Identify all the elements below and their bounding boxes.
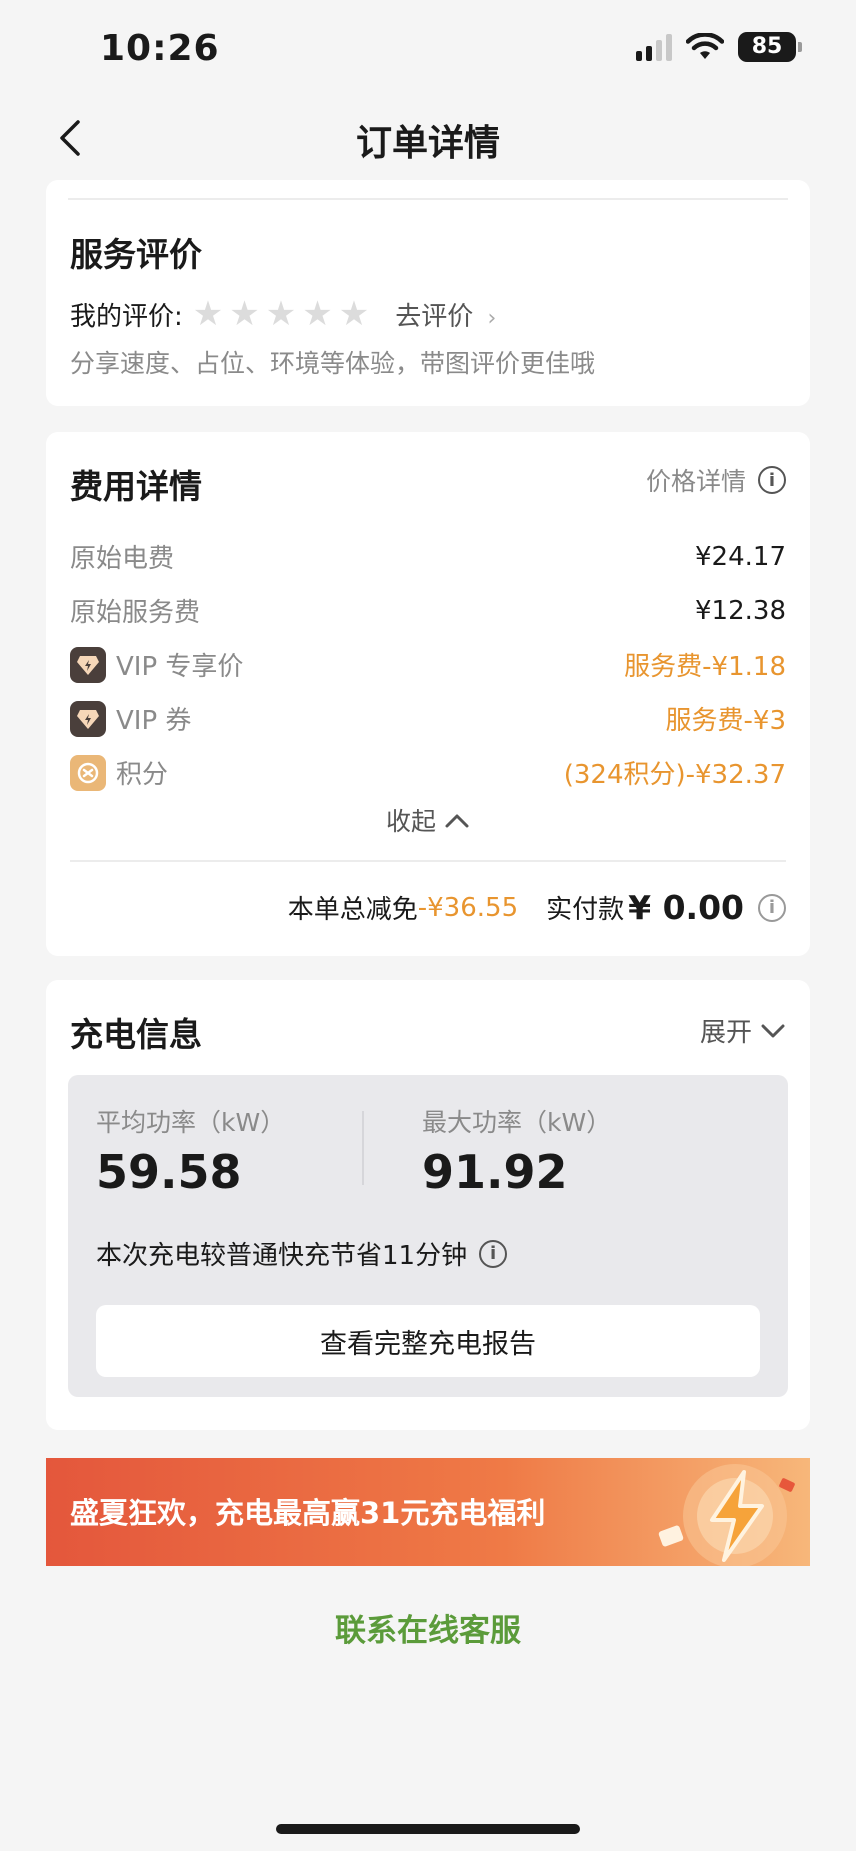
- collapse-toggle[interactable]: 收起: [46, 802, 810, 838]
- divider: [68, 198, 788, 200]
- charge-card: 充电信息 展开 平均功率（kW） 59.58 最大功率（kW） 91.92 本次…: [46, 980, 810, 1430]
- divider: [362, 1111, 364, 1185]
- fee-row: 原始服务费 ¥12.38: [70, 592, 786, 629]
- fee-label: VIP 专享价: [116, 652, 244, 682]
- review-card: 服务评价 我的评价: ★ ★ ★ ★ ★ 去评价 › 分享速度、占位、环境等体验，带图评…: [46, 180, 810, 406]
- fee-row: 原始电费 ¥24.17: [70, 538, 786, 575]
- expand-toggle[interactable]: 展开: [700, 1012, 786, 1049]
- total-discount-label: 本单总减免: [287, 895, 418, 925]
- status-bar: 10:26 85: [0, 0, 856, 100]
- expand-label: 展开: [699, 1018, 752, 1048]
- status-icons: 85: [636, 32, 802, 62]
- fee-value: ¥12.38: [695, 595, 786, 626]
- paid-label: 实付款: [546, 895, 625, 925]
- vip-diamond-icon: [70, 646, 106, 683]
- fee-label: 积分: [116, 760, 169, 790]
- fee-title: 费用详情: [70, 467, 202, 506]
- nav-bar: 订单详情: [0, 100, 856, 180]
- go-review-label: 去评价: [395, 301, 474, 332]
- chevron-down-icon: [761, 1024, 785, 1037]
- total-discount-value: -¥36.55: [417, 892, 519, 923]
- review-title: 服务评价: [70, 235, 202, 274]
- price-detail-link[interactable]: 价格详情 i: [646, 462, 786, 498]
- contact-support-link[interactable]: 联系在线客服: [0, 1605, 856, 1650]
- home-indicator: [276, 1824, 580, 1834]
- charge-stats-panel: 平均功率（kW） 59.58 最大功率（kW） 91.92 本次充电较普通快充节…: [68, 1075, 788, 1397]
- fee-value: 服务费-¥3: [665, 706, 786, 736]
- fee-card: 费用详情 价格详情 i 原始电费 ¥24.17 原始服务费 ¥12.38 VIP…: [46, 432, 810, 956]
- total-row: 本单总减免 -¥36.55 实付款 ¥ 0.00 i: [288, 888, 786, 927]
- fee-label: VIP 券: [116, 706, 192, 736]
- star-icon[interactable]: ★: [266, 294, 296, 334]
- banner-text: 盛夏狂欢，充电最高赢31元充电福利: [70, 1496, 546, 1530]
- max-power-value: 91.92: [422, 1145, 568, 1199]
- battery-icon: 85: [738, 32, 802, 62]
- rating-stars[interactable]: ★ ★ ★ ★ ★: [193, 294, 375, 334]
- info-icon[interactable]: i: [758, 893, 786, 922]
- cellular-signal-icon: [636, 33, 672, 61]
- points-icon: [70, 754, 106, 791]
- saving-text: 本次充电较普通快充节省11分钟: [96, 1241, 468, 1271]
- price-detail-label: 价格详情: [645, 467, 746, 496]
- fee-row: VIP 券 服务费-¥3: [70, 700, 786, 737]
- fee-value: 服务费-¥1.18: [624, 652, 786, 682]
- star-icon[interactable]: ★: [302, 294, 332, 334]
- chevron-right-icon: ›: [487, 305, 497, 331]
- max-power-label: 最大功率（kW）: [422, 1108, 612, 1137]
- charge-title: 充电信息: [70, 1015, 202, 1054]
- review-hint: 分享速度、占位、环境等体验，带图评价更佳哦: [70, 349, 596, 378]
- my-rating-label: 我的评价:: [70, 301, 183, 332]
- collapse-label: 收起: [385, 807, 436, 836]
- saving-note: 本次充电较普通快充节省11分钟 i: [96, 1235, 508, 1272]
- lightning-badge-icon: [658, 1464, 795, 1566]
- info-icon[interactable]: i: [479, 1239, 508, 1268]
- star-icon[interactable]: ★: [193, 294, 223, 334]
- avg-power-value: 59.58: [96, 1145, 242, 1199]
- fee-value: ¥24.17: [695, 541, 786, 572]
- star-icon[interactable]: ★: [229, 294, 259, 334]
- wifi-icon: [686, 33, 724, 59]
- view-report-button[interactable]: 查看完整充电报告: [96, 1305, 760, 1377]
- go-review-link[interactable]: 去评价 ›: [395, 296, 496, 333]
- fee-label: 原始电费: [70, 544, 175, 574]
- page-title: 订单详情: [355, 123, 500, 164]
- promo-banner[interactable]: 盛夏狂欢，充电最高赢31元充电福利: [46, 1458, 810, 1566]
- star-icon[interactable]: ★: [339, 294, 369, 334]
- divider: [70, 860, 786, 862]
- info-icon: i: [758, 466, 786, 494]
- fee-value: (324积分)-¥32.37: [563, 760, 786, 790]
- status-time: 10:26: [100, 28, 220, 69]
- avg-power-label: 平均功率（kW）: [96, 1108, 286, 1137]
- fee-row: 积分 (324积分)-¥32.37: [70, 754, 786, 791]
- vip-coupon-icon: [70, 700, 106, 737]
- fee-label: 原始服务费: [70, 598, 201, 628]
- fee-row: VIP 专享价 服务费-¥1.18: [70, 646, 786, 683]
- paid-value: ¥ 0.00: [628, 888, 744, 927]
- chevron-up-icon: [445, 814, 469, 828]
